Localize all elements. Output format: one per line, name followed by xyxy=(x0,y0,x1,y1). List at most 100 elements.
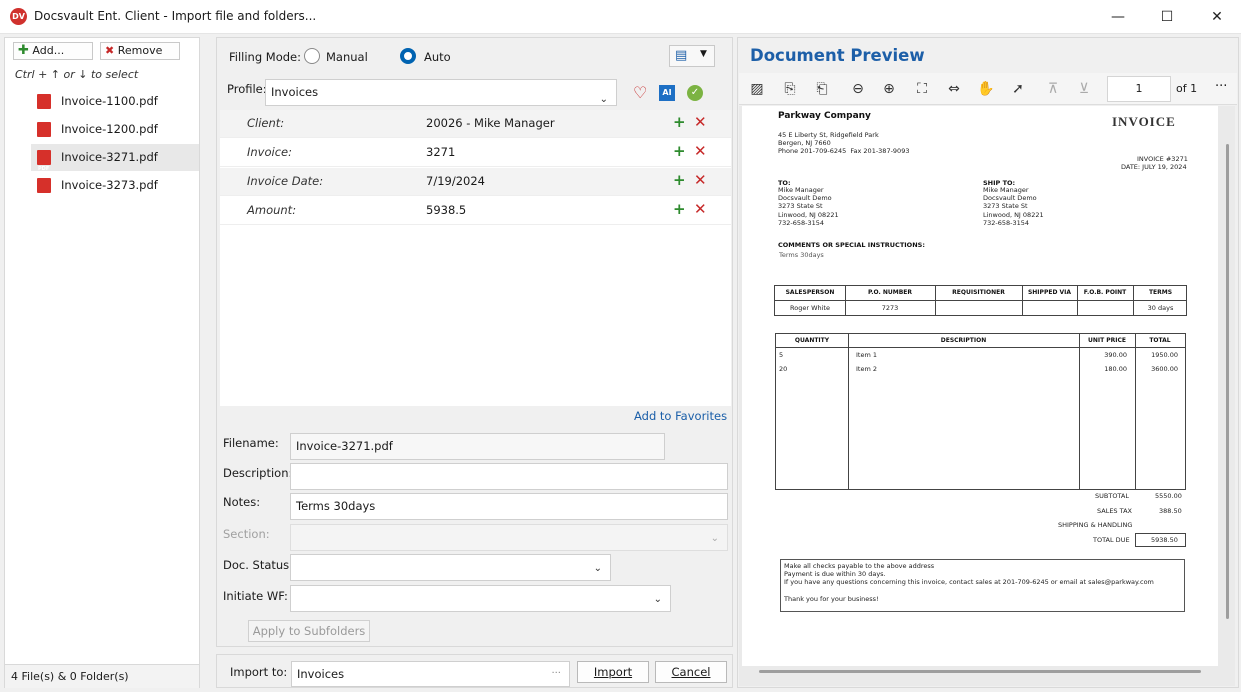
total-due-value: 5938.50 xyxy=(1151,536,1178,544)
invoice-company: Parkway Company xyxy=(778,111,871,121)
ai-extract-icon[interactable]: AI xyxy=(659,85,675,101)
title-bar: DV Docsvault Ent. Client - Import file a… xyxy=(0,0,1241,34)
add-button[interactable]: ✚ Add... xyxy=(13,42,93,60)
item-total: 1950.00 xyxy=(1151,351,1178,359)
pointer-select-icon[interactable]: ➚ xyxy=(1009,80,1027,98)
invoice-company-address: 45 E Liberty St, Ridgefield Park Bergen,… xyxy=(778,131,910,156)
previous-page-icon[interactable]: ⊼ xyxy=(1044,80,1062,98)
auto-radio[interactable] xyxy=(400,48,416,64)
validate-check-icon[interactable]: ✓ xyxy=(687,85,703,101)
page-next-doc-icon[interactable]: ⎗ xyxy=(813,80,831,98)
invoice-page: Parkway Company INVOICE 45 E Liberty St,… xyxy=(742,106,1218,666)
horizontal-scrollbar[interactable] xyxy=(759,670,1201,673)
item-qty: 20 xyxy=(779,365,788,373)
manual-radio-label: Manual xyxy=(326,50,368,64)
index-row[interactable]: Client: 20026 - Mike Manager + ✕ xyxy=(220,110,731,138)
add-value-icon[interactable]: + xyxy=(673,200,686,218)
import-button[interactable]: Import xyxy=(577,661,649,683)
file-name: Invoice-3273.pdf xyxy=(61,178,158,192)
index-field-value[interactable]: 3271 xyxy=(426,145,455,159)
thumbnail-icon[interactable]: ▨ xyxy=(748,80,766,98)
file-count-status: 4 File(s) & 0 Folder(s) xyxy=(5,664,199,688)
invoice-comments: Terms 30days xyxy=(779,251,824,259)
add-value-icon[interactable]: + xyxy=(673,113,686,131)
maximize-button[interactable]: ☐ xyxy=(1144,0,1190,34)
table-divider xyxy=(1135,334,1136,489)
remove-value-icon[interactable]: ✕ xyxy=(694,171,707,189)
remove-button[interactable]: ✖ Remove xyxy=(100,42,180,60)
initiate-wf-label: Initiate WF: xyxy=(223,589,288,603)
add-value-icon[interactable]: + xyxy=(673,171,686,189)
import-bar: Import to: Invoices ··· Import Cancel xyxy=(216,654,733,688)
invoice-date: DATE: JULY 19, 2024 xyxy=(1121,163,1187,171)
close-window-button[interactable]: ✕ xyxy=(1194,0,1240,34)
zoom-in-icon[interactable]: ⊕ xyxy=(880,80,898,98)
description-field[interactable] xyxy=(290,463,728,490)
invoice-comments-label: COMMENTS OR SPECIAL INSTRUCTIONS: xyxy=(778,241,925,249)
file-name: Invoice-1200.pdf xyxy=(61,122,158,136)
doc-status-label: Doc. Status: xyxy=(223,558,294,572)
index-field-value[interactable]: 20026 - Mike Manager xyxy=(426,116,555,130)
sales-header: P.O. NUMBER xyxy=(867,289,913,296)
pdf-icon xyxy=(37,122,51,155)
sales-header: TERMS xyxy=(1148,289,1173,296)
add-value-icon[interactable]: + xyxy=(673,142,686,160)
sales-header: REQUISITIONER xyxy=(952,289,1005,296)
fit-page-icon[interactable]: ⛶ xyxy=(913,80,931,98)
import-to-field[interactable]: Invoices ··· xyxy=(291,661,570,687)
add-button-label: Add... xyxy=(32,44,65,57)
minimize-button[interactable]: — xyxy=(1095,0,1141,34)
page-number-input[interactable]: 1 xyxy=(1107,76,1171,102)
chevron-down-icon: ⌄ xyxy=(710,533,719,544)
table-divider xyxy=(1079,334,1080,489)
index-row[interactable]: Invoice: 3271 + ✕ xyxy=(220,139,731,167)
fit-width-icon[interactable]: ⇔ xyxy=(945,80,963,98)
file-list-item[interactable]: Invoice-1200.pdf xyxy=(31,116,199,155)
favorite-heart-icon[interactable]: ♡ xyxy=(633,83,647,102)
invoice-ship-address: Mike Manager Docsvault Demo 3273 State S… xyxy=(983,186,1044,227)
file-list-item[interactable]: Invoice-1100.pdf xyxy=(31,88,199,127)
item-header: TOTAL xyxy=(1149,337,1171,344)
total-due-label: TOTAL DUE xyxy=(1093,536,1130,544)
zoom-out-icon[interactable]: ⊖ xyxy=(849,80,867,98)
document-preview-panel: Document Preview ▨ ⎘ ⎗ ⊖ ⊕ ⛶ ⇔ ✋ ➚ ⊼ ⊻ 1… xyxy=(737,37,1239,688)
profile-select[interactable]: Invoices ⌄ xyxy=(265,79,617,106)
hand-pan-icon[interactable]: ✋ xyxy=(977,80,995,98)
add-to-favorites-link[interactable]: Add to Favorites xyxy=(634,409,727,423)
document-viewer[interactable]: Parkway Company INVOICE 45 E Liberty St,… xyxy=(739,106,1235,686)
profile-label: Profile: xyxy=(227,82,267,96)
sales-value: 7273 xyxy=(881,304,899,312)
index-row[interactable]: Invoice Date: 7/19/2024 + ✕ xyxy=(220,168,731,196)
filename-value: Invoice-3271.pdf xyxy=(296,439,393,453)
sales-header: F.O.B. POINT xyxy=(1083,289,1127,296)
index-field-value[interactable]: 5938.5 xyxy=(426,203,466,217)
initiate-wf-select[interactable]: ⌄ xyxy=(290,585,671,612)
page-previous-doc-icon[interactable]: ⎘ xyxy=(781,80,799,98)
item-header: QUANTITY xyxy=(794,337,830,344)
more-options-button[interactable]: ··· xyxy=(1215,79,1227,94)
index-field-value[interactable]: 7/19/2024 xyxy=(426,174,485,188)
item-qty: 5 xyxy=(779,351,784,359)
remove-value-icon[interactable]: ✕ xyxy=(694,142,707,160)
notes-label: Notes: xyxy=(223,495,261,509)
cancel-button[interactable]: Cancel xyxy=(655,661,727,683)
file-list-item[interactable]: Invoice-3273.pdf xyxy=(31,172,199,211)
auto-radio-label: Auto xyxy=(424,50,451,64)
remove-button-label: Remove xyxy=(117,44,163,57)
next-page-icon[interactable]: ⊻ xyxy=(1075,80,1093,98)
doc-status-select[interactable]: ⌄ xyxy=(290,554,611,581)
remove-value-icon[interactable]: ✕ xyxy=(694,113,707,131)
vertical-scrollbar[interactable] xyxy=(1226,144,1229,619)
plus-icon: ✚ xyxy=(18,43,29,58)
manual-radio[interactable] xyxy=(304,48,320,64)
filename-field[interactable]: Invoice-3271.pdf xyxy=(290,433,665,460)
file-list-item[interactable]: Invoice-3271.pdf xyxy=(31,144,199,183)
remove-value-icon[interactable]: ✕ xyxy=(694,200,707,218)
browse-folder-button[interactable]: ··· xyxy=(551,662,561,686)
view-options-button[interactable]: ▤ ▼ xyxy=(669,45,715,67)
index-row[interactable]: Amount: 5938.5 + ✕ xyxy=(220,197,731,225)
index-field-name: Amount: xyxy=(247,203,297,217)
chevron-down-icon: ▼ xyxy=(700,49,707,59)
apply-to-subfolders-button[interactable]: Apply to Subfolders xyxy=(248,620,370,642)
notes-field[interactable]: Terms 30days xyxy=(290,493,728,520)
